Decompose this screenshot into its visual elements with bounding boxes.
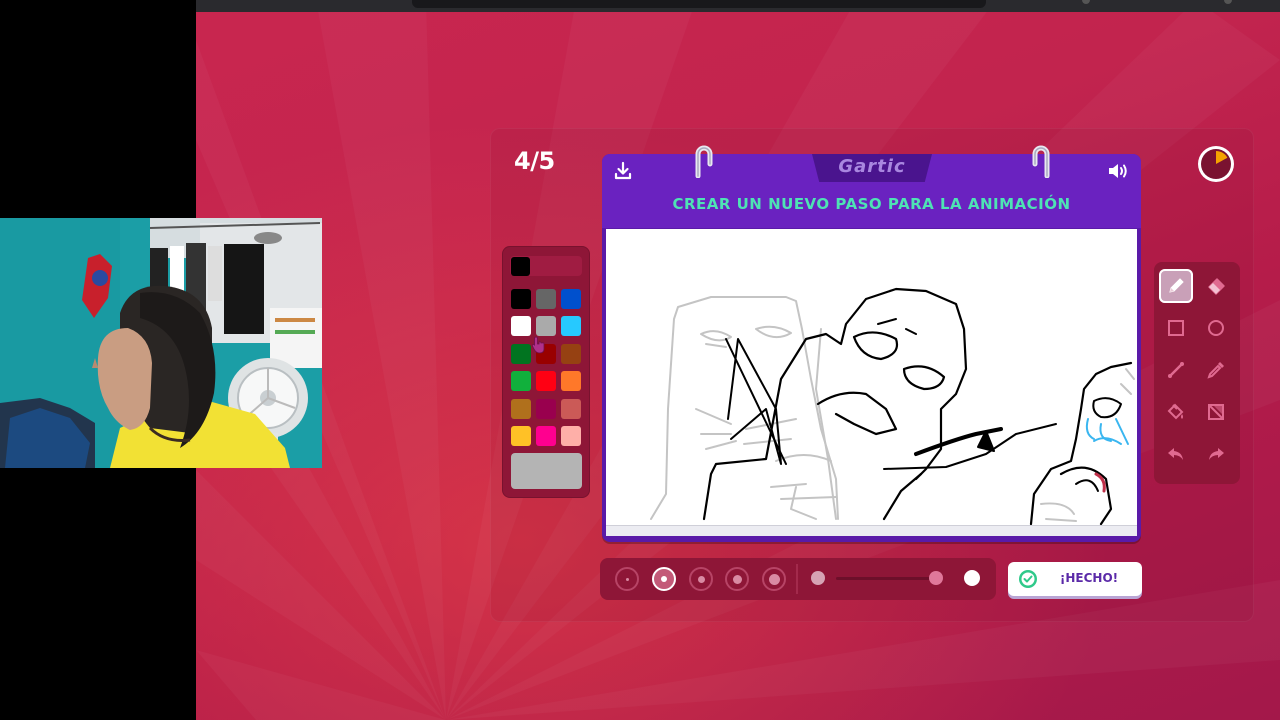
drawing-canvas[interactable] [606, 229, 1137, 526]
color-swatch[interactable] [536, 399, 556, 419]
webcam-overlay [0, 218, 322, 468]
timer-icon [1198, 146, 1234, 182]
opacity-min-indicator [811, 571, 825, 585]
undo-icon [1168, 448, 1183, 460]
binder-ring-icon [1032, 145, 1050, 178]
pencil-tool[interactable] [1159, 269, 1193, 303]
eyedropper-icon [1207, 362, 1224, 379]
current-color-swatch [511, 257, 530, 276]
brush-size-3[interactable] [689, 567, 713, 591]
browser-address-bar [412, 0, 986, 8]
ellipse-tool[interactable] [1199, 311, 1233, 345]
eraser-tool[interactable] [1199, 269, 1233, 303]
round-counter: 4/5 [514, 147, 555, 175]
rectangle-icon [1168, 320, 1184, 336]
line-icon [1168, 362, 1184, 378]
fill-tool[interactable] [1159, 395, 1193, 429]
redo-tool[interactable] [1199, 437, 1233, 471]
brush-size-1[interactable] [615, 567, 639, 591]
clear-icon [1208, 404, 1224, 420]
color-swatch[interactable] [511, 344, 531, 364]
gartic-logo: Gartic [838, 156, 906, 177]
brush-size-dot [768, 573, 780, 585]
fill-icon [1167, 403, 1184, 420]
canvas-footer [606, 525, 1137, 536]
binder-ring-icon [695, 145, 713, 178]
eraser-icon [1208, 278, 1225, 295]
sound-icon[interactable] [1106, 160, 1130, 182]
selected-color-preview [511, 453, 582, 489]
brush-size-dot [697, 575, 705, 583]
opacity-slider[interactable] [836, 577, 942, 580]
color-swatch[interactable] [561, 316, 581, 336]
undo-tool[interactable] [1159, 437, 1193, 471]
done-button-label: ¡HECHO! [1059, 571, 1119, 585]
download-icon[interactable] [612, 160, 634, 182]
clear-tool[interactable] [1199, 395, 1233, 429]
color-swatch[interactable] [511, 426, 531, 446]
canvas-drawing [650, 287, 1135, 526]
line-tool[interactable] [1159, 353, 1193, 387]
opacity-max-indicator [964, 570, 980, 586]
check-icon [1019, 570, 1037, 588]
brush-size-2[interactable] [652, 567, 676, 591]
color-swatch[interactable] [511, 371, 531, 391]
rectangle-tool[interactable] [1159, 311, 1193, 345]
done-button[interactable]: ¡HECHO! [1008, 562, 1142, 596]
color-swatch[interactable] [536, 426, 556, 446]
brush-size-5[interactable] [762, 567, 786, 591]
color-swatch[interactable] [511, 399, 531, 419]
controls-divider [796, 564, 798, 594]
brush-size-4[interactable] [725, 567, 749, 591]
color-swatch[interactable] [561, 371, 581, 391]
ellipse-icon [1208, 320, 1224, 336]
color-swatch[interactable] [536, 371, 556, 391]
color-swatch[interactable] [536, 289, 556, 309]
color-swatch[interactable] [536, 316, 556, 336]
hand-cursor-icon [531, 336, 545, 354]
webcam-image [0, 218, 322, 468]
color-swatch[interactable] [561, 399, 581, 419]
color-swatch[interactable] [561, 344, 581, 364]
instruction-text: CREAR UN NUEVO PASO PARA LA ANIMACIÓN [672, 195, 1071, 213]
eyedropper-tool[interactable] [1199, 353, 1233, 387]
color-swatch[interactable] [511, 289, 531, 309]
redo-icon [1209, 448, 1224, 460]
color-swatch[interactable] [511, 316, 531, 336]
brush-size-dot [732, 574, 742, 584]
color-swatch[interactable] [561, 426, 581, 446]
pencil-icon [1169, 278, 1184, 293]
color-swatch[interactable] [561, 289, 581, 309]
brush-size-dot [625, 577, 629, 581]
brush-size-dot [661, 576, 667, 582]
